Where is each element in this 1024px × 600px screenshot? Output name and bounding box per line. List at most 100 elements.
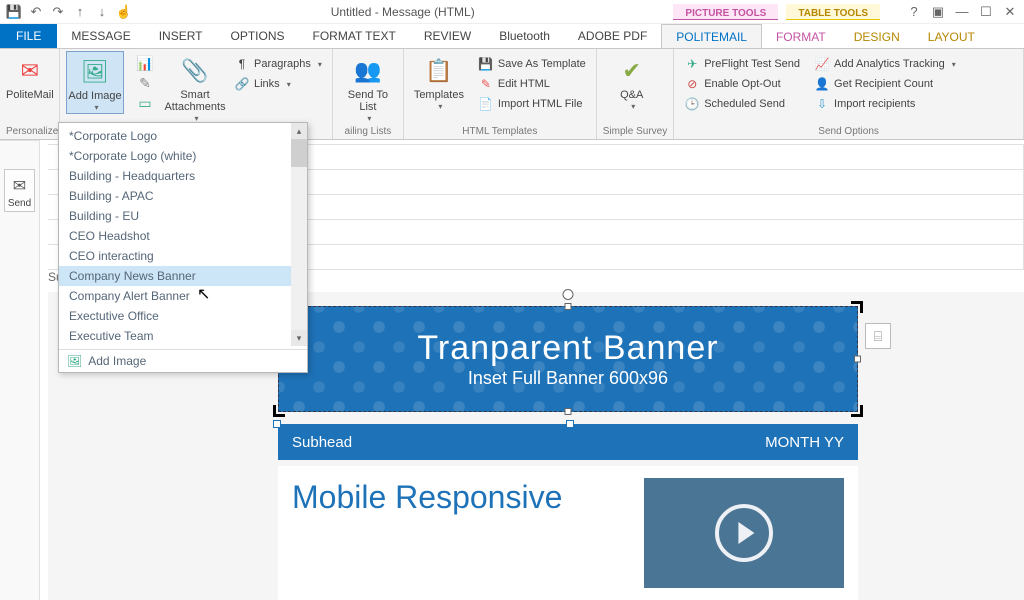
undo-icon[interactable]: ↶ <box>28 4 44 20</box>
tab-design[interactable]: DESIGN <box>840 26 914 48</box>
minimize-icon[interactable]: — <box>952 3 972 21</box>
add-image-dropdown: *Corporate Logo*Corporate Logo (white)Bu… <box>58 122 308 373</box>
handle-t[interactable] <box>565 303 572 310</box>
preflight-button[interactable]: ✈PreFlight Test Send <box>680 55 804 73</box>
ribbon-options-icon[interactable]: ▣ <box>928 3 948 21</box>
help-icon[interactable]: ? <box>904 3 924 21</box>
sig-icon[interactable]: ✎ <box>139 75 151 92</box>
chart-icon[interactable]: 📊 <box>136 55 153 72</box>
image-menu-item[interactable]: CEO Headshot <box>59 226 307 246</box>
tab-options[interactable]: OPTIONS <box>217 24 299 48</box>
crop-br[interactable] <box>851 405 863 417</box>
table-handle[interactable] <box>273 420 281 428</box>
smart-attachments-button[interactable]: 📎 Smart Attachments <box>166 51 224 124</box>
subhead-row[interactable]: Subhead MONTH YY <box>278 424 858 460</box>
next-icon[interactable]: ↓ <box>94 4 110 20</box>
group-mailing: ailing Lists <box>339 126 397 139</box>
dropdown-scrollbar[interactable]: ▴ ▾ <box>291 123 307 346</box>
image-menu-item[interactable]: *Corporate Logo (white) <box>59 146 307 166</box>
tab-message[interactable]: MESSAGE <box>57 24 144 48</box>
play-icon <box>738 522 754 544</box>
edit-html-icon: ✎ <box>478 76 494 92</box>
link-icon: 🔗 <box>234 76 250 92</box>
prev-icon[interactable]: ↑ <box>72 4 88 20</box>
scheduled-button[interactable]: 🕒Scheduled Send <box>680 95 804 113</box>
tab-bluetooth[interactable]: Bluetooth <box>485 24 564 48</box>
table-handle[interactable] <box>566 420 574 428</box>
scroll-thumb[interactable] <box>291 139 307 167</box>
image-menu-item[interactable]: *Corporate Logo <box>59 126 307 146</box>
group-send-options: Send Options <box>680 126 1017 139</box>
list-icon: 👥 <box>352 55 384 87</box>
tab-format[interactable]: FORMAT <box>762 26 840 48</box>
crop-tr[interactable] <box>851 301 863 313</box>
image-icon: 🖼 <box>79 56 111 88</box>
rotate-handle[interactable] <box>563 289 574 300</box>
import-recipients-button[interactable]: ⇩Import recipients <box>810 95 960 113</box>
handle-b[interactable] <box>565 408 572 415</box>
touch-icon[interactable]: ☝ <box>116 4 132 20</box>
body-headline[interactable]: Mobile Responsive <box>292 478 632 588</box>
add-image-footer[interactable]: 🖼 Add Image <box>59 349 307 372</box>
recipient-count-button[interactable]: 👤Get Recipient Count <box>810 75 960 93</box>
crop-bl[interactable] <box>273 405 285 417</box>
context-picture-tools[interactable]: PICTURE TOOLS <box>673 4 778 20</box>
banner-subtitle: Inset Full Banner 600x96 <box>468 368 668 389</box>
redo-icon[interactable]: ↷ <box>50 4 66 20</box>
optout-icon: ⊘ <box>684 76 700 92</box>
tab-file[interactable]: FILE <box>0 24 57 48</box>
image-menu-item[interactable]: Building - APAC <box>59 186 307 206</box>
maximize-icon[interactable]: ☐ <box>976 3 996 21</box>
save-tpl-icon: 💾 <box>478 56 494 72</box>
count-icon: 👤 <box>814 76 830 92</box>
close-icon[interactable]: ✕ <box>1000 3 1020 21</box>
subhead-left: Subhead <box>292 434 352 451</box>
image-menu-item[interactable]: Company News Banner <box>59 266 307 286</box>
send-to-list-button[interactable]: 👥 Send To List <box>339 51 397 124</box>
image-menu-item[interactable]: Building - Headquarters <box>59 166 307 186</box>
import-icon: 📄 <box>478 96 494 112</box>
politemail-button[interactable]: ✉ PoliteMail <box>6 51 54 101</box>
group-survey: Simple Survey <box>603 126 667 139</box>
context-table-tools[interactable]: TABLE TOOLS <box>786 4 880 20</box>
handle-r[interactable] <box>854 356 861 363</box>
import-html-button[interactable]: 📄Import HTML File <box>474 95 590 113</box>
attachment-icon: 📎 <box>179 55 211 87</box>
image-menu-item[interactable]: Exectutive Office <box>59 306 307 326</box>
tab-review[interactable]: REVIEW <box>410 24 485 48</box>
send-button[interactable]: ✉ Send <box>4 169 35 212</box>
edit-html-button[interactable]: ✎Edit HTML <box>474 75 590 93</box>
tab-politemail[interactable]: POLITEMAIL <box>661 24 762 48</box>
window-title: Untitled - Message (HTML) <box>132 5 673 19</box>
tab-layout[interactable]: LAYOUT <box>914 26 989 48</box>
video-thumbnail[interactable] <box>644 478 844 588</box>
banner-image[interactable]: Tranparent Banner Inset Full Banner 600x… <box>278 306 858 412</box>
import-rcpt-icon: ⇩ <box>814 96 830 112</box>
scroll-down-icon[interactable]: ▾ <box>291 330 307 346</box>
preflight-icon: ✈ <box>684 56 700 72</box>
image-menu-item[interactable]: Executive Team <box>59 326 307 346</box>
save-icon[interactable]: 💾 <box>6 4 22 20</box>
templates-button[interactable]: 📋 Templates <box>410 51 468 112</box>
links-button[interactable]: 🔗Links <box>230 75 326 93</box>
add-image-button[interactable]: 🖼 Add Image <box>66 51 124 114</box>
analytics-button[interactable]: 📈Add Analytics Tracking <box>810 55 960 73</box>
analytics-icon: 📈 <box>814 56 830 72</box>
banner-title: Tranparent Banner <box>417 329 718 368</box>
paragraphs-button[interactable]: ¶Paragraphs <box>230 55 326 73</box>
save-template-button[interactable]: 💾Save As Template <box>474 55 590 73</box>
layout-options-icon[interactable]: ⌸ <box>865 323 891 349</box>
group-html-templates: HTML Templates <box>410 126 590 139</box>
image-menu-item[interactable]: Company Alert Banner <box>59 286 307 306</box>
qa-button[interactable]: ✔ Q&A <box>603 51 661 112</box>
image-menu-item[interactable]: Building - EU <box>59 206 307 226</box>
opt-out-button[interactable]: ⊘Enable Opt-Out <box>680 75 804 93</box>
footer-icon[interactable]: ▭ <box>138 95 151 112</box>
image-menu-item[interactable]: CEO interacting <box>59 246 307 266</box>
scroll-up-icon[interactable]: ▴ <box>291 123 307 139</box>
send-icon: ✉ <box>7 176 32 196</box>
tab-insert[interactable]: INSERT <box>145 24 217 48</box>
tab-adobe[interactable]: ADOBE PDF <box>564 24 661 48</box>
politemail-icon: ✉ <box>14 55 46 87</box>
tab-format-text[interactable]: FORMAT TEXT <box>299 24 410 48</box>
